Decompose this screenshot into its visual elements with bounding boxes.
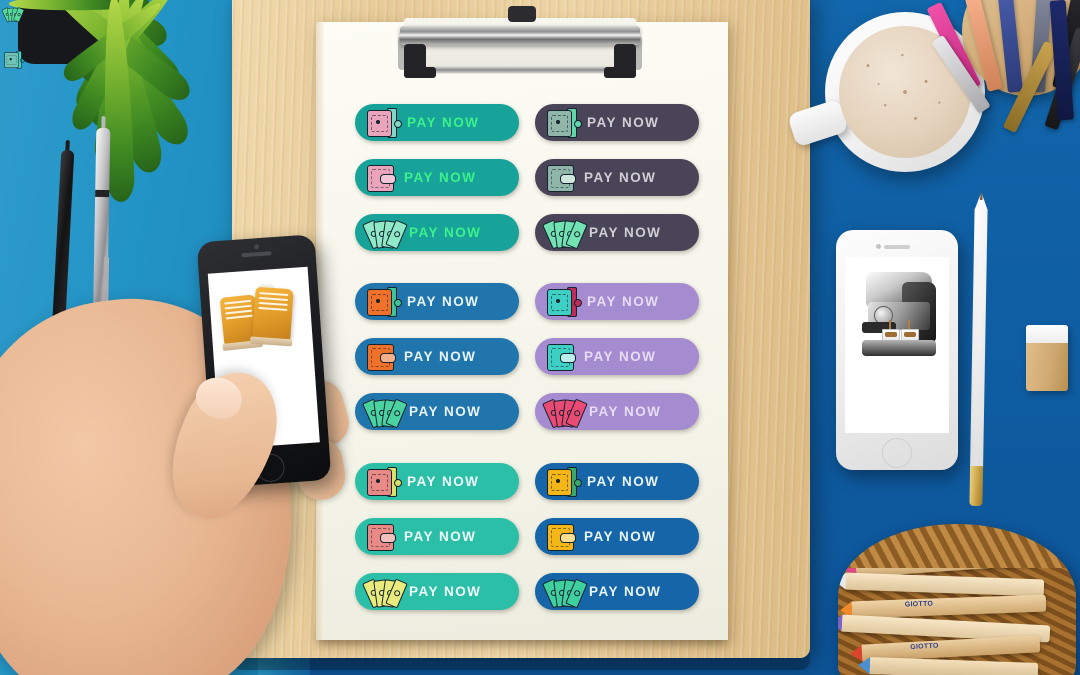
clipboard-clip-lower-bar — [408, 66, 632, 73]
pay-now-label: PAY NOW — [409, 225, 482, 240]
money-fan-icon — [542, 578, 588, 608]
colored-pencil[interactable]: GIOTTO — [850, 594, 1047, 619]
pencil-basket: GIOTTOGIOTTOGIOTTO — [838, 524, 1076, 675]
espresso-drip-tray — [862, 340, 936, 356]
money-fan-icon — [1, 7, 25, 23]
pay-now-label: PAY NOW — [409, 584, 482, 599]
pencil-tip — [838, 614, 843, 632]
pay-now-purple-wallet-card[interactable]: PAY NOW — [535, 283, 699, 320]
pay-now-label: PAY NOW — [404, 170, 477, 185]
pay-now-label: PAY NOW — [584, 349, 657, 364]
eraser[interactable] — [1026, 325, 1068, 391]
wallet-card-icon — [367, 467, 402, 497]
wallet-card-icon — [367, 108, 402, 138]
wallet-icon — [367, 343, 396, 371]
colored-pencil[interactable] — [868, 657, 1039, 675]
boot-laces — [224, 299, 252, 305]
wallet-icon — [367, 523, 396, 551]
pay-now-label: PAY NOW — [584, 529, 657, 544]
wallet-icon — [367, 164, 396, 192]
front-camera-icon — [876, 244, 881, 249]
pencil-brand-label: GIOTTO — [904, 600, 934, 609]
pay-now-slate-money[interactable]: PAY NOW — [535, 214, 699, 251]
pay-now-label: PAY NOW — [404, 529, 477, 544]
pay-now-teal-wallet-card[interactable]: PAY NOW — [355, 104, 519, 141]
colored-pencil[interactable] — [844, 573, 1045, 597]
money-fan-icon — [542, 219, 588, 249]
pencil-gold-end — [969, 465, 984, 507]
wallet-card-icon — [547, 467, 582, 497]
pay-now-teal-wallet[interactable]: PAY NOW — [355, 159, 519, 196]
desk-flatlay-scene: PAY NOW PAY NOW PAY NOW PAY NOW PAY NOW PAY N… — [0, 0, 1080, 675]
pencil-tip — [850, 645, 863, 663]
money-fan-icon — [362, 219, 408, 249]
pay-now-blue-wallet-card[interactable]: PAY NOW — [355, 283, 519, 320]
pay-now-label: PAY NOW — [407, 115, 480, 130]
pay-now-label: PAY NOW — [589, 584, 662, 599]
pencil-grip-band — [95, 189, 110, 198]
pay-now-navy-wallet-card[interactable]: PAY NOW — [535, 463, 699, 500]
pay-now-navy-money[interactable]: PAY NOW — [535, 573, 699, 610]
boot-laces — [259, 292, 289, 297]
clipboard-clip-grip-left — [404, 44, 436, 78]
pay-now-label: PAY NOW — [587, 115, 660, 130]
earpiece-speaker — [241, 251, 272, 258]
pay-now-blue-wallet[interactable]: PAY NOW — [355, 338, 519, 375]
pay-now-label: PAY NOW — [589, 404, 662, 419]
pay-now-label: PAY NOW — [587, 474, 660, 489]
pay-now-label: PAY NOW — [407, 294, 480, 309]
clipboard-clip-grip-right — [604, 44, 636, 78]
clipboard-clip-knob[interactable] — [508, 6, 536, 22]
coffee-mug — [787, 12, 985, 172]
pay-now-purple-money[interactable]: PAY NOW — [535, 393, 699, 430]
pay-now-label: PAY NOW — [407, 474, 480, 489]
pay-now-label: PAY NOW — [409, 404, 482, 419]
pay-now-blue-money[interactable]: PAY NOW — [355, 393, 519, 430]
wallet-card-icon — [547, 108, 582, 138]
pay-now-mint-wallet[interactable]: PAY NOW — [355, 518, 519, 555]
pay-now-teal-money[interactable]: PAY NOW — [355, 214, 519, 251]
wallet-card-icon — [547, 287, 582, 317]
pay-now-label: PAY NOW — [589, 225, 662, 240]
earpiece-speaker — [884, 245, 910, 249]
wallet-card-icon — [367, 287, 402, 317]
pencil-brand-label: GIOTTO — [910, 642, 939, 652]
clipboard-clip-bar[interactable] — [400, 26, 640, 45]
pay-now-navy-wallet[interactable]: PAY NOW — [535, 518, 699, 555]
wallet-card-icon — [4, 51, 25, 69]
pay-now-slate-wallet[interactable]: PAY NOW — [535, 159, 699, 196]
front-camera-icon — [253, 244, 260, 250]
wallet-icon — [547, 164, 576, 192]
money-fan-icon — [362, 398, 408, 428]
pay-now-slate-wallet-card[interactable]: PAY NOW — [535, 104, 699, 141]
eraser-sleeve — [1026, 325, 1068, 343]
wallet-icon — [547, 523, 576, 551]
pay-now-label: PAY NOW — [584, 170, 657, 185]
product-image-boot — [249, 286, 294, 347]
pay-now-mint-money[interactable]: PAY NOW — [355, 573, 519, 610]
product-image-espresso-machine — [858, 272, 940, 358]
pay-now-label: PAY NOW — [587, 294, 660, 309]
pay-now-mint-wallet-card[interactable]: PAY NOW — [355, 463, 519, 500]
pay-now-label: PAY NOW — [404, 349, 477, 364]
pay-now-purple-wallet[interactable]: PAY NOW — [535, 338, 699, 375]
home-button[interactable] — [882, 438, 912, 468]
money-fan-icon — [362, 578, 408, 608]
wallet-icon — [547, 343, 576, 371]
money-fan-icon — [542, 398, 588, 428]
